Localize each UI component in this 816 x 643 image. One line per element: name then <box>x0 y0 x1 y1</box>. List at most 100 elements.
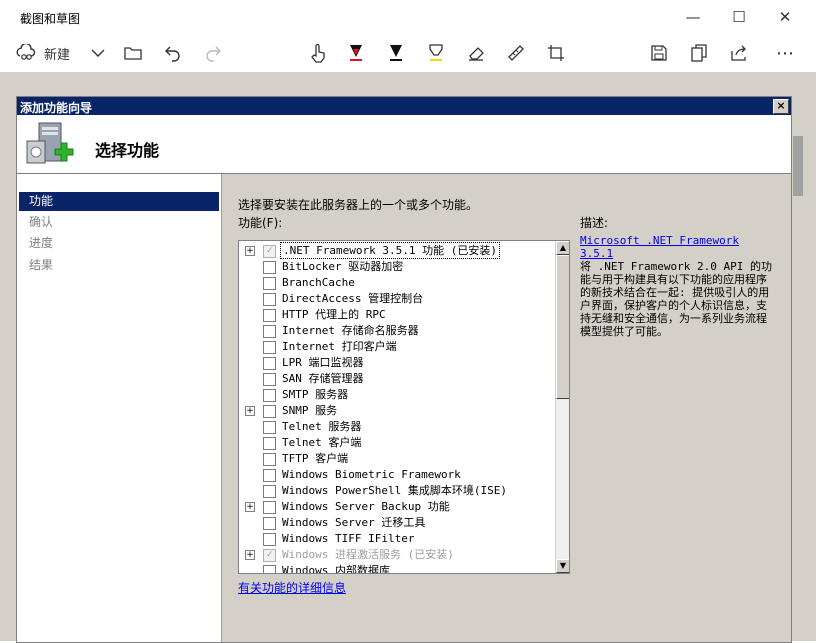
feature-checkbox[interactable] <box>263 373 276 386</box>
feature-row[interactable]: Windows Biometric Framework <box>239 467 555 483</box>
feature-checkbox[interactable] <box>263 565 276 573</box>
feature-checkbox[interactable] <box>263 357 276 370</box>
step-progress[interactable]: 进度 <box>19 234 219 253</box>
features-tree[interactable]: + ✓ .NET Framework 3.5.1 功能 (已安装) BitLocker… <box>238 240 570 574</box>
feature-row[interactable]: TFTP 客户端 <box>239 451 555 467</box>
feature-row[interactable]: DirectAccess 管理控制台 <box>239 291 555 307</box>
feature-row[interactable]: + SNMP 服务 <box>239 403 555 419</box>
feature-row[interactable]: HTTP 代理上的 RPC <box>239 307 555 323</box>
canvas-scrollbar[interactable] <box>792 96 804 641</box>
feature-checkbox[interactable] <box>263 501 276 514</box>
copy-icon <box>691 44 707 62</box>
feature-checkbox[interactable]: ✓ <box>263 549 276 562</box>
feature-label: TFTP 客户端 <box>282 452 349 465</box>
step-confirmation[interactable]: 确认 <box>19 213 219 232</box>
feature-checkbox[interactable] <box>263 469 276 482</box>
feature-checkbox[interactable] <box>263 453 276 466</box>
ruler-button[interactable] <box>503 34 529 72</box>
description-panel: Microsoft .NET Framework 3.5.1 将 .NET Fr… <box>580 234 772 338</box>
feature-label: SNMP 服务 <box>282 404 338 417</box>
touch-writing-button[interactable] <box>305 34 331 72</box>
app-title: 截图和草图 <box>20 12 81 26</box>
wizard-close-button[interactable]: × <box>773 99 789 114</box>
share-button[interactable] <box>726 34 752 72</box>
copy-button[interactable] <box>686 34 712 72</box>
new-label: 新建 <box>44 47 71 63</box>
feature-checkbox[interactable] <box>263 341 276 354</box>
feature-checkbox[interactable] <box>263 517 276 530</box>
crop-icon <box>548 45 564 61</box>
feature-row[interactable]: + Windows Server Backup 功能 <box>239 499 555 515</box>
save-button[interactable] <box>646 34 672 72</box>
pencil-icon <box>390 45 402 61</box>
scroll-thumb[interactable] <box>556 255 569 399</box>
feature-checkbox[interactable] <box>263 437 276 450</box>
highlighter-button[interactable] <box>423 34 449 72</box>
feature-label: SAN 存储管理器 <box>282 372 364 385</box>
minimize-button[interactable]: — <box>670 0 716 34</box>
feature-row[interactable]: LPR 端口监视器 <box>239 355 555 371</box>
add-features-wizard: 添加功能向导 × 选择功能 功能 确认 进度 结果 选择要安装在此服务器上的一个… <box>16 96 792 643</box>
step-features[interactable]: 功能 <box>19 192 219 211</box>
expand-icon[interactable]: + <box>245 550 255 560</box>
feature-checkbox[interactable] <box>263 293 276 306</box>
scroll-down-button[interactable]: ▼ <box>556 559 569 573</box>
more-info-link[interactable]: 有关功能的详细信息 <box>238 579 346 596</box>
feature-label: .NET Framework 3.5.1 功能 (已安装) <box>280 242 500 259</box>
expand-icon[interactable]: + <box>245 246 255 256</box>
feature-row[interactable]: Telnet 客户端 <box>239 435 555 451</box>
scroll-up-button[interactable]: ▲ <box>556 241 569 255</box>
ballpoint-pen-button[interactable] <box>343 34 369 72</box>
new-dropdown-button[interactable] <box>86 34 110 72</box>
description-label: 描述: <box>580 216 609 230</box>
feature-label: Internet 打印客户端 <box>282 340 397 353</box>
more-options-button[interactable]: ⋯ <box>770 34 800 72</box>
feature-row[interactable]: Telnet 服务器 <box>239 419 555 435</box>
new-button[interactable]: 新建 <box>16 34 78 72</box>
feature-row[interactable]: Windows TIFF IFilter <box>239 531 555 547</box>
feature-row[interactable]: Internet 打印客户端 <box>239 339 555 355</box>
description-link[interactable]: Microsoft .NET Framework 3.5.1 <box>580 234 739 260</box>
redo-button[interactable] <box>200 34 226 72</box>
feature-checkbox[interactable] <box>263 277 276 290</box>
feature-checkbox[interactable] <box>263 421 276 434</box>
eraser-button[interactable] <box>463 34 489 72</box>
feature-row[interactable]: Windows PowerShell 集成脚本环境(ISE) <box>239 483 555 499</box>
feature-row[interactable]: + ✓ .NET Framework 3.5.1 功能 (已安装) <box>239 242 555 259</box>
feature-label: BitLocker 驱动器加密 <box>282 260 404 273</box>
open-button[interactable] <box>120 34 146 72</box>
undo-button[interactable] <box>160 34 186 72</box>
wizard-title: 添加功能向导 <box>20 101 93 115</box>
feature-checkbox[interactable] <box>263 261 276 274</box>
crop-button[interactable] <box>543 34 569 72</box>
expand-icon[interactable]: + <box>245 502 255 512</box>
feature-row[interactable]: SAN 存储管理器 <box>239 371 555 387</box>
feature-checkbox[interactable] <box>263 325 276 338</box>
feature-checkbox[interactable] <box>263 533 276 546</box>
features-scrollbar[interactable]: ▲ ▼ <box>555 241 569 573</box>
feature-row[interactable]: BranchCache <box>239 275 555 291</box>
feature-label: Windows PowerShell 集成脚本环境(ISE) <box>282 484 507 497</box>
feature-checkbox[interactable]: ✓ <box>263 245 276 258</box>
share-icon <box>731 45 746 61</box>
close-button[interactable]: ✕ <box>762 0 808 34</box>
feature-checkbox[interactable] <box>263 405 276 418</box>
step-results[interactable]: 结果 <box>19 256 219 275</box>
wizard-body: 选择要安装在此服务器上的一个或多个功能。 功能(F): 描述: + ✓ .NET F… <box>222 174 791 642</box>
feature-row[interactable]: + ✓ Windows 进程激活服务 (已安装) <box>239 547 555 563</box>
feature-row[interactable]: Windows Server 迁移工具 <box>239 515 555 531</box>
expand-icon[interactable]: + <box>245 406 255 416</box>
feature-checkbox[interactable] <box>263 485 276 498</box>
feature-row[interactable]: SMTP 服务器 <box>239 387 555 403</box>
pencil-button[interactable] <box>383 34 409 72</box>
feature-row[interactable]: Internet 存储命名服务器 <box>239 323 555 339</box>
feature-label: LPR 端口监视器 <box>282 356 364 369</box>
feature-row[interactable]: BitLocker 驱动器加密 <box>239 259 555 275</box>
toolbar: 新建 ⋯ <box>0 34 816 105</box>
undo-icon <box>165 46 180 62</box>
maximize-button[interactable]: ☐ <box>716 0 762 34</box>
feature-checkbox[interactable] <box>263 389 276 402</box>
feature-row[interactable]: Windows 内部数据库 <box>239 563 555 573</box>
feature-checkbox[interactable] <box>263 309 276 322</box>
canvas-scroll-thumb[interactable] <box>793 136 803 196</box>
